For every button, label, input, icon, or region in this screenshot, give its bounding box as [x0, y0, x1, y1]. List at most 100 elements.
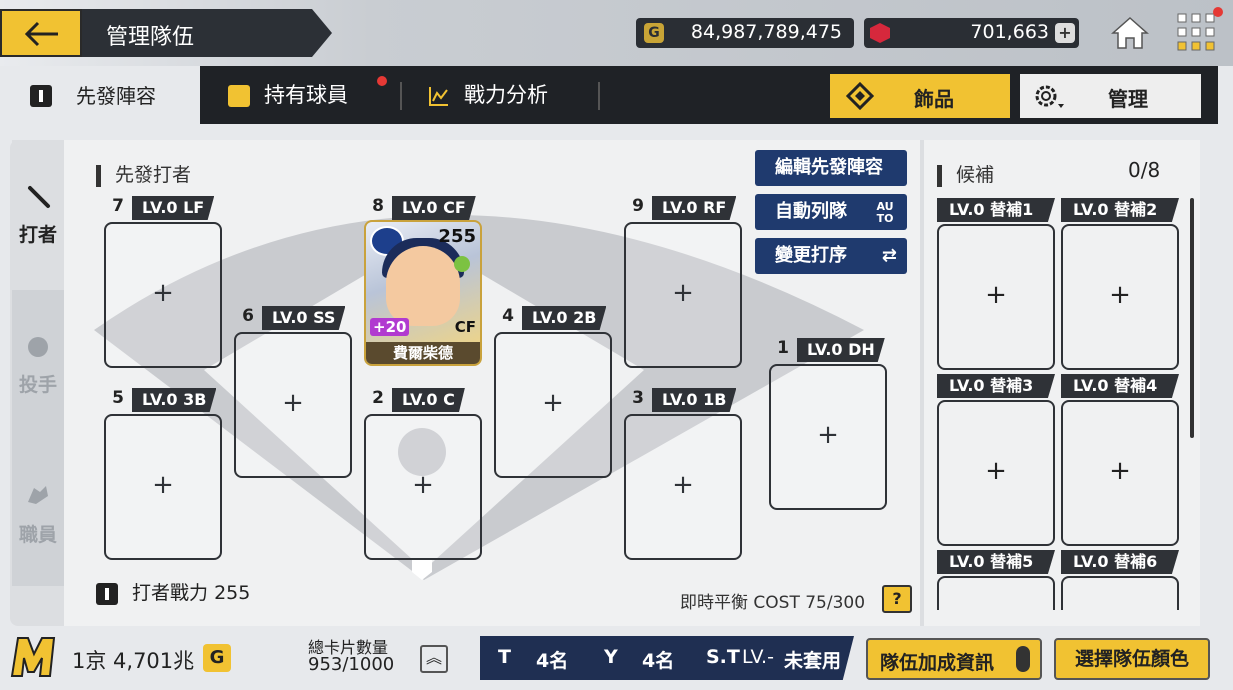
player-card-cf[interactable]: 255 +20 CF 費爾柴德 — [364, 220, 482, 366]
tab-analysis[interactable]: 戰力分析 — [428, 66, 548, 124]
power-label: 打者戰力 — [132, 582, 209, 604]
accessories-label: 飾品 — [914, 87, 954, 111]
nav-pitcher[interactable]: 投手 — [12, 290, 64, 440]
bench-label-1: LV.0 替補1 — [937, 198, 1055, 222]
bench-slot-5[interactable] — [937, 576, 1055, 610]
bench-label-3: LV.0 替補3 — [937, 374, 1055, 398]
bench-header: 候補 — [937, 160, 994, 187]
cost-display: 即時平衡 COST 75/300 — [680, 593, 866, 613]
back-button[interactable] — [0, 9, 82, 57]
edit-lineup-button[interactable]: 編輯先發陣容 — [755, 150, 907, 186]
team-t-label: T — [498, 646, 511, 668]
lineup-icon — [30, 85, 52, 107]
gear-icon — [1035, 85, 1064, 108]
chart-icon — [429, 87, 448, 106]
gem-display: 701,663 + — [864, 18, 1079, 48]
slot-c[interactable]: + — [364, 414, 482, 560]
auto-icon: AU TO — [876, 200, 894, 225]
toggle-icon — [1016, 646, 1030, 672]
money-value: 1京 4,701兆 — [72, 649, 195, 673]
player-face — [386, 246, 460, 326]
nav-coach-label: 職員 — [18, 524, 57, 546]
players-notification-dot — [377, 76, 387, 86]
tab-players[interactable]: 持有球員 — [228, 66, 348, 124]
tab-lineup[interactable]: 先發陣容 — [0, 66, 200, 124]
slot-ss[interactable]: + — [234, 332, 352, 478]
slot-3b[interactable]: + — [104, 414, 222, 560]
nav-pitcher-label: 投手 — [18, 374, 57, 396]
lineup-header: 先發打者 — [96, 160, 191, 187]
bench-slot-3[interactable]: + — [937, 400, 1055, 546]
page-title: 管理隊伍 — [106, 25, 195, 50]
nav-batter-label: 打者 — [18, 224, 57, 246]
tab-lineup-label: 先發陣容 — [76, 84, 156, 108]
bench-slot-4[interactable]: + — [1061, 400, 1179, 546]
baseball-icon — [28, 337, 48, 357]
help-button[interactable]: ? — [882, 585, 912, 613]
slot-lf[interactable]: + — [104, 222, 222, 368]
glove-icon — [28, 486, 48, 504]
team-color-button[interactable]: 選擇隊伍顏色 — [1054, 638, 1210, 680]
menu-grid-icon[interactable] — [1176, 12, 1216, 52]
team-y-value: 4名 — [642, 650, 675, 672]
team-st-label: S.T — [706, 646, 740, 668]
team-st-value: 未套用 — [784, 650, 842, 672]
back-arrow-icon — [24, 21, 58, 47]
change-order-button[interactable]: 變更打序 ⇄ — [755, 238, 907, 274]
card-overall: 255 — [438, 226, 476, 247]
currency-icon: G — [203, 644, 231, 672]
auto-lineup-button[interactable]: 自動列隊 AU TO — [755, 194, 907, 230]
bat-icon — [28, 186, 50, 208]
game-logo-icon — [10, 637, 56, 677]
bench-label-5: LV.0 替補5 — [937, 550, 1055, 574]
nav-coach[interactable]: 職員 — [12, 440, 64, 586]
auto-lineup-label: 自動列隊 — [775, 201, 847, 222]
gem-icon — [870, 23, 890, 43]
gold-value: 84,987,789,475 — [690, 21, 842, 43]
bench-slot-2[interactable]: + — [1061, 224, 1179, 370]
nav-batter[interactable]: 打者 — [12, 140, 64, 290]
gold-display: G 84,987,789,475 — [636, 18, 854, 48]
team-y-label: Y — [604, 646, 618, 668]
swap-icon: ⇄ — [881, 245, 897, 266]
slot-dh[interactable]: + — [769, 364, 887, 510]
power-icon — [96, 582, 118, 605]
batter-power: 打者戰力 255 — [96, 578, 250, 605]
bench-slot-6[interactable] — [1061, 576, 1179, 610]
notification-dot — [1213, 7, 1223, 17]
edit-lineup-label: 編輯先發陣容 — [775, 157, 883, 178]
manage-button[interactable]: 管理 — [1020, 74, 1201, 118]
tab-separator — [598, 82, 600, 110]
change-order-label: 變更打序 — [775, 245, 847, 266]
expand-cards-button[interactable]: ︽ — [420, 645, 448, 673]
bench-scrollbar[interactable] — [1190, 198, 1194, 438]
diamond-icon — [846, 82, 874, 110]
download-icon — [228, 85, 250, 107]
card-name: 費爾柴德 — [366, 342, 480, 364]
tab-separator — [400, 82, 402, 110]
team-bonus-bar: T 4名 Y 4名 S.T LV.- 未套用 — [480, 636, 854, 680]
tab-players-label: 持有球員 — [264, 83, 348, 107]
slot-rf[interactable]: + — [624, 222, 742, 368]
team-color-label: 選擇隊伍顏色 — [1074, 648, 1189, 670]
gem-value: 701,663 — [970, 21, 1049, 43]
accessories-button[interactable]: 飾品 — [830, 74, 1010, 118]
bench-slot-1[interactable]: + — [937, 224, 1055, 370]
cards-value: 953/1000 — [308, 654, 395, 675]
slot-1b[interactable]: + — [624, 414, 742, 560]
tab-analysis-label: 戰力分析 — [464, 83, 548, 107]
team-st-level: LV.- — [742, 646, 774, 668]
home-icon[interactable] — [1110, 15, 1150, 51]
manage-label: 管理 — [1108, 87, 1148, 111]
card-position: CF — [454, 318, 476, 336]
team-bonus-label: 隊伍加成資訊 — [880, 652, 995, 674]
gold-coin-icon: G — [644, 23, 664, 43]
slot-2b[interactable]: + — [494, 332, 612, 478]
bench-label-4: LV.0 替補4 — [1061, 374, 1179, 398]
bench-label-6: LV.0 替補6 — [1061, 550, 1179, 574]
team-bonus-button[interactable]: 隊伍加成資訊 — [866, 638, 1042, 680]
condition-dot — [454, 256, 470, 272]
team-t-value: 4名 — [536, 650, 569, 672]
bench-count: 0/8 — [1128, 158, 1161, 182]
add-gems-button[interactable]: + — [1055, 23, 1075, 43]
